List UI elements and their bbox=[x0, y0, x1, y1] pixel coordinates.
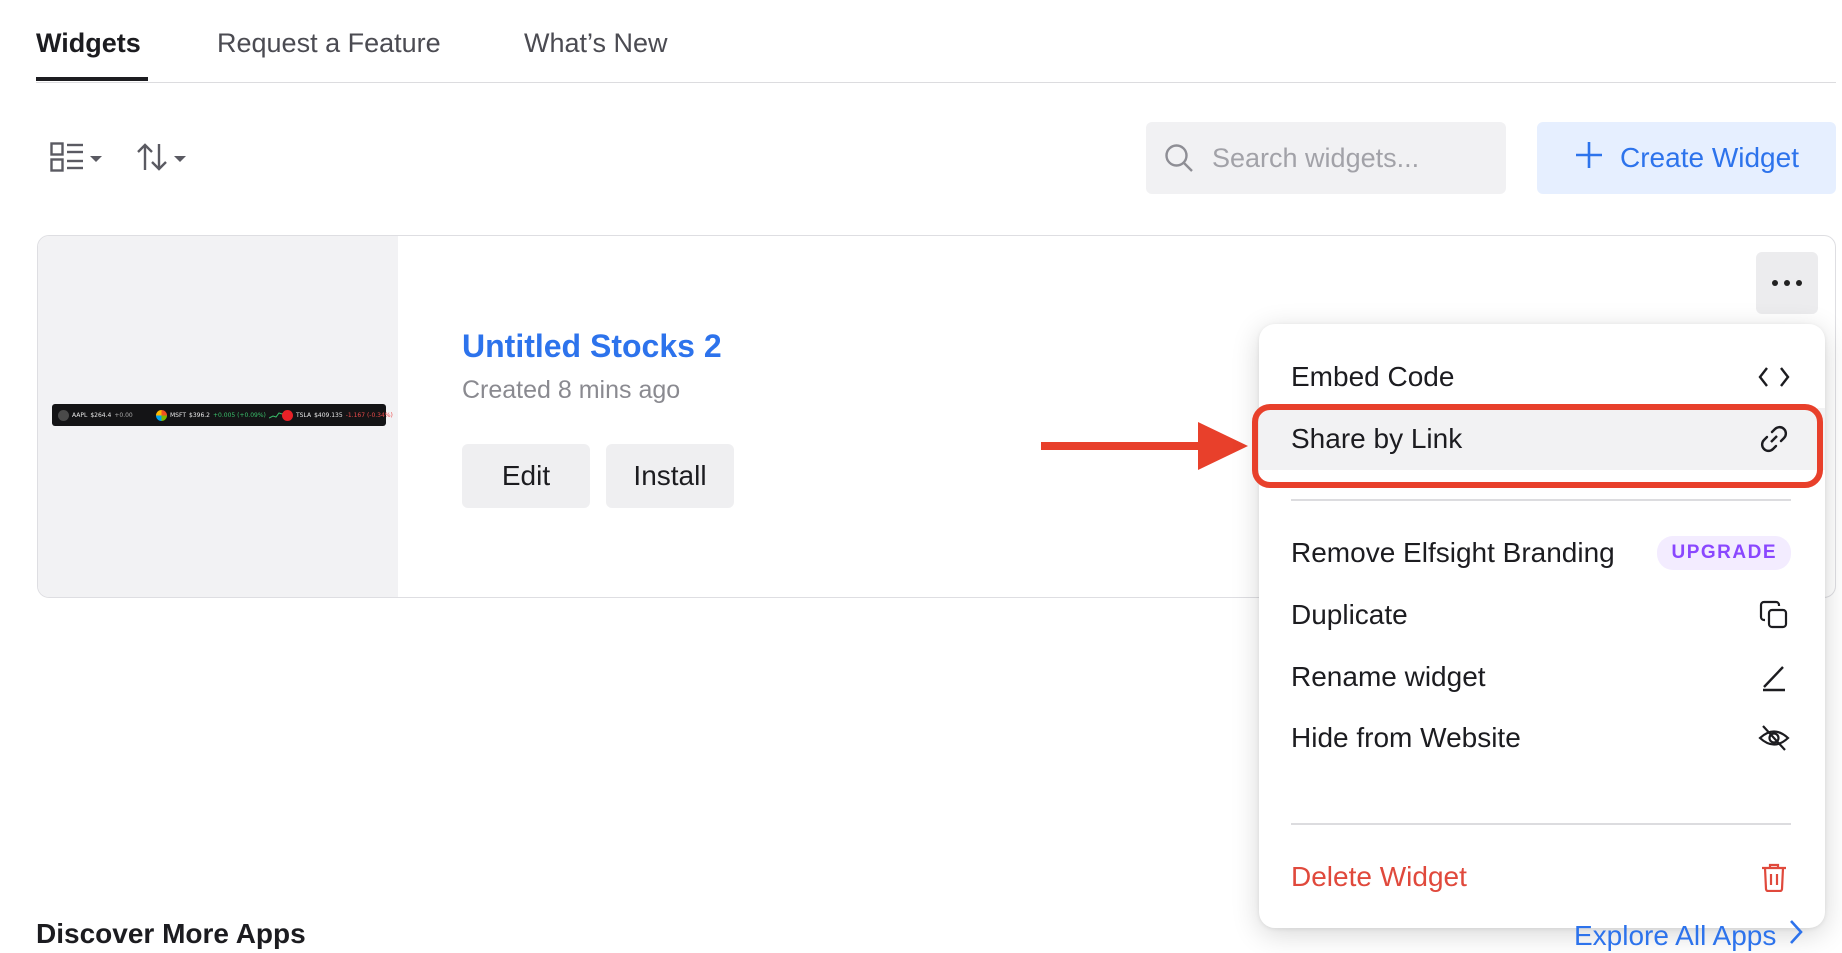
tab-bar: Widgets Request a Feature What’s New bbox=[36, 0, 1836, 83]
install-button[interactable]: Install bbox=[606, 444, 734, 508]
dot bbox=[1796, 280, 1802, 286]
msft-logo-icon bbox=[156, 409, 167, 421]
aapl-logo-icon bbox=[58, 409, 69, 421]
chevron-down-icon bbox=[90, 156, 102, 162]
search-box bbox=[1146, 122, 1506, 194]
widget-created-time: Created 8 mins ago bbox=[462, 376, 681, 404]
discover-more-apps-heading: Discover More Apps bbox=[36, 918, 306, 949]
menu-divider bbox=[1291, 823, 1791, 825]
menu-item-embed-code[interactable]: Embed Code bbox=[1259, 346, 1825, 408]
dot bbox=[1772, 280, 1778, 286]
widget-options-menu: Embed Code Share by Link Remove Elfsight… bbox=[1259, 324, 1825, 928]
menu-item-remove-branding[interactable]: Remove Elfsight Branding UPGRADE bbox=[1259, 522, 1825, 584]
ticker-item: AAPL $264.4 +0.00 bbox=[58, 409, 133, 421]
upgrade-badge: UPGRADE bbox=[1657, 536, 1791, 570]
trash-icon bbox=[1757, 860, 1791, 894]
dot bbox=[1784, 280, 1790, 286]
plus-icon bbox=[1574, 140, 1604, 177]
layout-toggle-button[interactable] bbox=[50, 138, 102, 180]
code-brackets-icon bbox=[1757, 360, 1791, 394]
eye-off-icon bbox=[1757, 721, 1791, 755]
tab-request-feature[interactable]: Request a Feature bbox=[217, 28, 441, 59]
search-input[interactable] bbox=[1210, 141, 1494, 175]
tsla-logo-icon bbox=[282, 409, 293, 421]
widget-title-link[interactable]: Untitled Stocks 2 bbox=[462, 328, 722, 365]
duplicate-icon bbox=[1757, 598, 1791, 632]
menu-item-rename-widget[interactable]: Rename widget bbox=[1259, 646, 1825, 708]
menu-item-duplicate[interactable]: Duplicate bbox=[1259, 584, 1825, 646]
menu-item-hide-from-website[interactable]: Hide from Website bbox=[1259, 707, 1825, 769]
edit-button[interactable]: Edit bbox=[462, 444, 590, 508]
menu-item-share-by-link[interactable]: Share by Link bbox=[1259, 408, 1825, 470]
active-tab-indicator bbox=[36, 77, 148, 81]
widget-preview-thumbnail[interactable]: AAPL $264.4 +0.00 MSFT $396.2 +0.005 (+0… bbox=[38, 236, 398, 597]
ticker-item: MSFT $396.2 +0.005 (+0.09%) bbox=[156, 409, 285, 421]
ticker-item: TSLA $409.135 -1.167 (-0.34%) bbox=[282, 409, 393, 421]
create-widget-button[interactable]: Create Widget bbox=[1537, 122, 1836, 194]
search-icon bbox=[1164, 143, 1194, 173]
sort-arrows-icon bbox=[136, 142, 168, 177]
tab-widgets[interactable]: Widgets bbox=[36, 28, 141, 59]
link-icon bbox=[1757, 422, 1791, 456]
tab-whats-new[interactable]: What’s New bbox=[524, 28, 668, 59]
menu-item-delete-widget[interactable]: Delete Widget bbox=[1259, 846, 1825, 908]
chevron-down-icon bbox=[174, 156, 186, 162]
more-options-button[interactable] bbox=[1756, 252, 1818, 314]
sort-button[interactable] bbox=[136, 138, 186, 180]
pencil-icon bbox=[1757, 660, 1791, 694]
annotation-arrow bbox=[1040, 418, 1250, 479]
menu-divider bbox=[1291, 499, 1791, 501]
list-layout-icon bbox=[50, 141, 84, 177]
create-widget-label: Create Widget bbox=[1620, 142, 1799, 173]
stock-ticker-preview: AAPL $264.4 +0.00 MSFT $396.2 +0.005 (+0… bbox=[52, 404, 393, 426]
